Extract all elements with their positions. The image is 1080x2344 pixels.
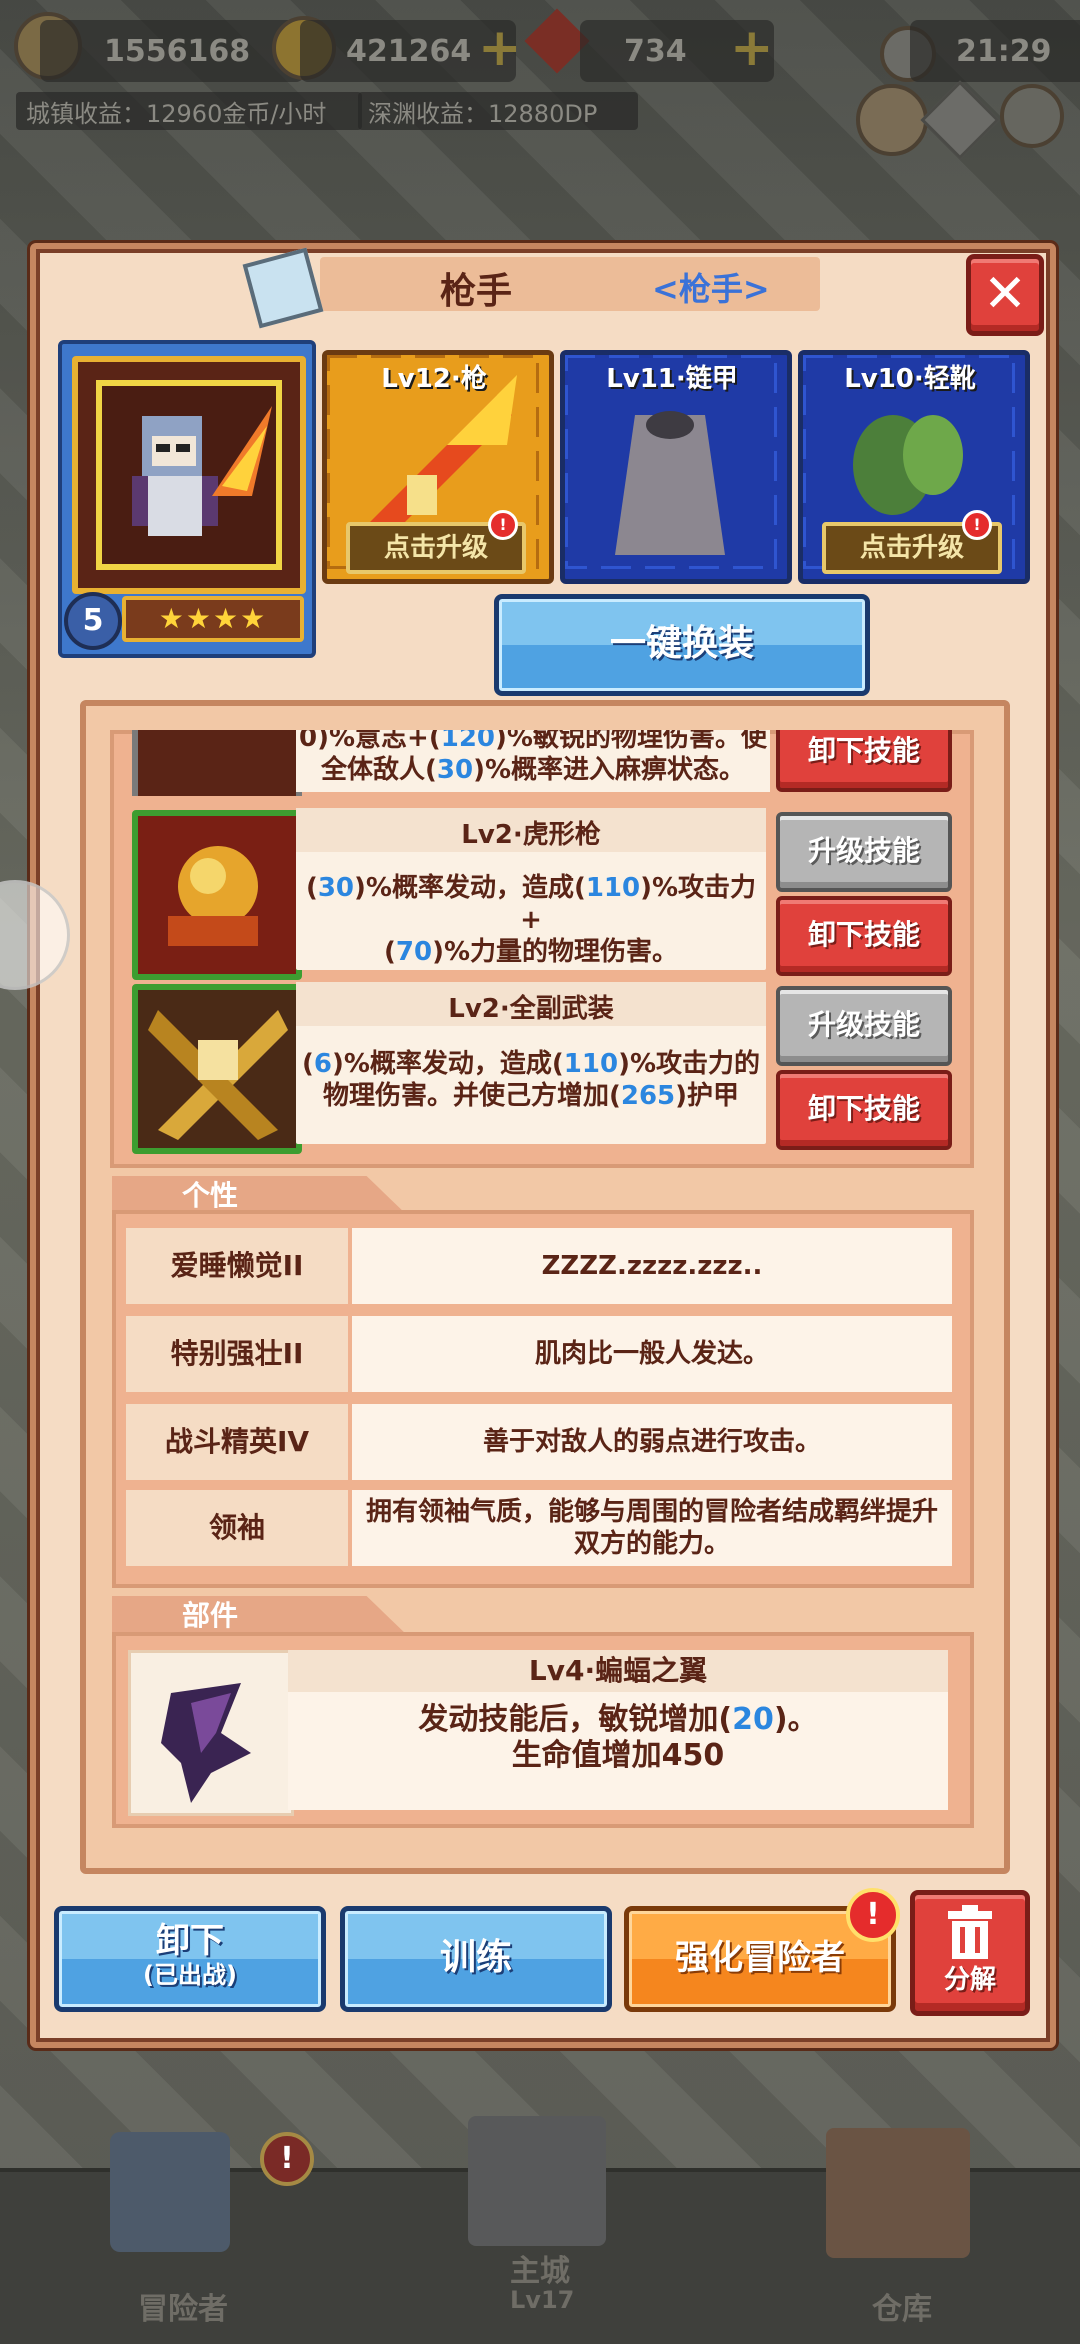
close-button[interactable]: ✕ xyxy=(966,254,1044,336)
town-income: 城镇收益：12960金币/小时 xyxy=(16,92,362,130)
equip-weapon-label: Lv12·枪 xyxy=(381,364,487,394)
trait-desc: ZZZZ.zzzz.zzz.. xyxy=(352,1228,952,1304)
trait-name: 特别强壮II xyxy=(126,1316,348,1392)
boots-alert-icon: ! xyxy=(962,510,992,540)
gear-icon[interactable] xyxy=(1000,84,1064,148)
hero-level-badge: 5 xyxy=(64,592,122,650)
time-value: 21:29 xyxy=(956,33,1052,69)
skill-0-desc: 0)%意志+(120)%敏锐的物理伤害。使 全体敌人(30)%概率进入麻痹状态。 xyxy=(299,730,767,785)
gold-value: 421264 xyxy=(346,33,472,69)
hero-stars: ★★★★ xyxy=(122,596,304,642)
main-city-nav-icon[interactable] xyxy=(468,2116,606,2246)
warehouse-nav-icon[interactable] xyxy=(826,2128,970,2258)
hero-class-title: 枪手 xyxy=(440,271,513,312)
skill-2-upgrade-button[interactable]: 升级技能 xyxy=(776,986,952,1066)
bat-wing-icon xyxy=(161,1683,251,1803)
enhance-alert-icon: ! xyxy=(846,1888,900,1942)
decompose-label: 分解 xyxy=(943,1965,996,1995)
trait-name: 战斗精英IV xyxy=(126,1404,348,1480)
abyss-income: 深渊收益：12880DP xyxy=(358,92,638,130)
trait-row: 领袖 拥有领袖气质，能够与周围的冒险者结成羁绊提升双方的能力。 xyxy=(126,1490,952,1566)
skill-1-unequip-button[interactable]: 卸下技能 xyxy=(776,896,952,976)
gunner-sprite-icon xyxy=(132,406,272,536)
trait-desc: 善于对敌人的弱点进行攻击。 xyxy=(352,1404,952,1480)
skill-2-icon xyxy=(132,984,302,1154)
tiger-spear-icon xyxy=(138,816,296,974)
nav-main-city[interactable]: 主城 xyxy=(510,2246,570,2290)
skill-1-name: Lv2·虎形枪 xyxy=(461,820,601,850)
add-gold-icon[interactable]: + xyxy=(478,22,522,74)
trait-name: 爱睡懒觉II xyxy=(126,1228,348,1304)
skill-2-unequip-button[interactable]: 卸下技能 xyxy=(776,1070,952,1150)
skill-0-icon xyxy=(132,730,302,796)
equip-boots-label: Lv10·轻靴 xyxy=(844,364,976,394)
skill-2-name: Lv2·全副武装 xyxy=(448,994,614,1024)
skill-0-unequip-button[interactable]: 卸下技能 xyxy=(776,730,952,792)
add-ruby-icon[interactable]: + xyxy=(730,22,774,74)
trait-desc: 肌肉比一般人发达。 xyxy=(352,1316,952,1392)
skill-2-desc: (6)%概率发动，造成(110)%攻击力的 物理伤害。并使己方增加(265)护甲 xyxy=(301,1049,761,1111)
decompose-button[interactable]: 分解 xyxy=(910,1890,1030,2016)
skill-1-desc: (30)%概率发动，造成(110)%攻击力+ (70)%力量的物理伤害。 xyxy=(305,873,757,967)
trait-row: 特别强壮II 肌肉比一般人发达。 xyxy=(126,1316,952,1392)
hero-class-subtitle[interactable]: <枪手> xyxy=(652,264,770,310)
part-icon-frame[interactable] xyxy=(128,1650,294,1816)
adventurer-alert-icon: ! xyxy=(260,2132,314,2186)
bottom-nav: ! 冒险者 主城 Lv17 仓库 xyxy=(0,2116,1080,2344)
parts-section-tab: 部件 xyxy=(112,1596,408,1636)
gem-value: 1556168 xyxy=(104,33,251,69)
skill-1-icon xyxy=(132,810,302,980)
part-name: Lv4·蝙蝠之翼 xyxy=(288,1650,948,1692)
parts-title: 部件 xyxy=(182,1599,239,1632)
traits-title: 个性 xyxy=(182,1179,239,1212)
full-armor-icon xyxy=(138,990,296,1148)
trait-name: 领袖 xyxy=(126,1490,348,1566)
train-button[interactable]: 训练 xyxy=(340,1906,612,2012)
trait-row: 爱睡懒觉II ZZZZ.zzzz.zzz.. xyxy=(126,1228,952,1304)
nav-warehouse[interactable]: 仓库 xyxy=(872,2284,932,2328)
trait-row: 战斗精英IV 善于对敌人的弱点进行攻击。 xyxy=(126,1404,952,1480)
unequip-hero-label: 卸下 xyxy=(156,1921,224,1961)
unequip-hero-sublabel: (已出战) xyxy=(143,1961,237,1989)
adventurer-nav-icon[interactable] xyxy=(110,2132,230,2252)
mail-bird-icon[interactable] xyxy=(856,84,928,156)
trash-icon xyxy=(948,1905,992,1959)
time-display: 21:29 xyxy=(910,20,1080,82)
part-desc: 发动技能后，敏锐增加(20)。 生命值增加450 xyxy=(418,1702,818,1773)
equip-armor-label: Lv11·链甲 xyxy=(606,364,738,394)
gem-counter: 1556168 xyxy=(40,20,304,82)
hero-portrait xyxy=(96,380,282,570)
ruby-value: 734 xyxy=(624,33,687,69)
skill-row-0: 0)%意志+(120)%敏锐的物理伤害。使 全体敌人(30)%概率进入麻痹状态。… xyxy=(126,730,960,796)
one-click-equip-button[interactable]: 一键换装 xyxy=(494,594,870,696)
nav-adventurers[interactable]: 冒险者 xyxy=(138,2284,228,2328)
unequip-hero-button[interactable]: 卸下 (已出战) xyxy=(54,1906,326,2012)
nav-main-city-level: Lv17 xyxy=(510,2286,575,2314)
weapon-alert-icon: ! xyxy=(488,510,518,540)
skill-1-upgrade-button[interactable]: 升级技能 xyxy=(776,812,952,892)
trait-desc: 拥有领袖气质，能够与周围的冒险者结成羁绊提升双方的能力。 xyxy=(352,1490,952,1566)
